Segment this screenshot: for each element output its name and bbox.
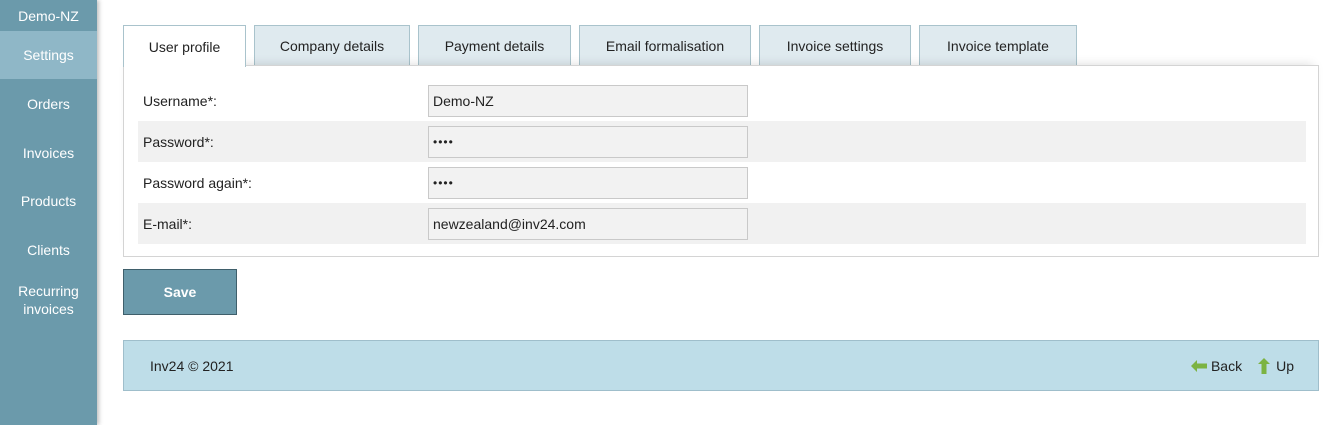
- back-link[interactable]: Back: [1190, 357, 1243, 374]
- arrow-up-icon: [1256, 357, 1272, 374]
- password-again-label: Password again*:: [143, 174, 252, 191]
- tab-invoice-settings[interactable]: Invoice settings: [759, 25, 911, 66]
- sidebar: Demo-NZ Settings Orders Invoices Product…: [0, 0, 97, 425]
- copyright-text: Inv24 © 2021: [150, 357, 234, 374]
- password-input[interactable]: ••••: [428, 125, 748, 158]
- tab-invoice-template[interactable]: Invoice template: [919, 25, 1077, 66]
- email-label: E-mail*:: [143, 215, 193, 232]
- account-name: Demo-NZ: [18, 7, 79, 24]
- back-label: Back: [1210, 357, 1243, 374]
- tab-payment-details[interactable]: Payment details: [418, 25, 571, 66]
- sidebar-item-settings[interactable]: Settings: [0, 31, 97, 79]
- tab-email-formalisation[interactable]: Email formalisation: [579, 25, 751, 66]
- password-again-input[interactable]: ••••: [428, 166, 748, 199]
- sidebar-item-orders[interactable]: Orders: [0, 79, 97, 128]
- footer: Inv24 © 2021 Back Up: [123, 340, 1319, 391]
- form-row-password: Password*: ••••: [138, 121, 1306, 162]
- arrow-left-icon: [1190, 358, 1207, 374]
- sidebar-item-products[interactable]: Products: [0, 177, 97, 225]
- form-row-email: E-mail*: newzealand@inv24.com: [138, 203, 1306, 244]
- sidebar-item-recurring-invoices[interactable]: Recurring invoices: [0, 274, 97, 326]
- user-profile-form: Username*: Demo-NZ Password*: •••• Passw…: [123, 65, 1319, 257]
- sidebar-item-invoices[interactable]: Invoices: [0, 128, 97, 177]
- settings-tabs: User profile Company details Payment det…: [123, 25, 1085, 67]
- footer-links: Back Up: [1190, 357, 1294, 374]
- sidebar-item-clients[interactable]: Clients: [0, 225, 97, 274]
- password-label: Password*:: [143, 133, 214, 150]
- form-row-username: Username*: Demo-NZ: [138, 80, 1306, 121]
- email-input[interactable]: newzealand@inv24.com: [428, 207, 748, 240]
- up-link[interactable]: Up: [1256, 357, 1294, 374]
- tab-company-details[interactable]: Company details: [254, 25, 410, 66]
- tab-user-profile[interactable]: User profile: [123, 25, 246, 67]
- up-label: Up: [1276, 357, 1294, 374]
- save-button[interactable]: Save: [123, 269, 237, 315]
- username-label: Username*:: [143, 92, 217, 109]
- username-input[interactable]: Demo-NZ: [428, 84, 748, 117]
- form-row-password-again: Password again*: ••••: [138, 162, 1306, 203]
